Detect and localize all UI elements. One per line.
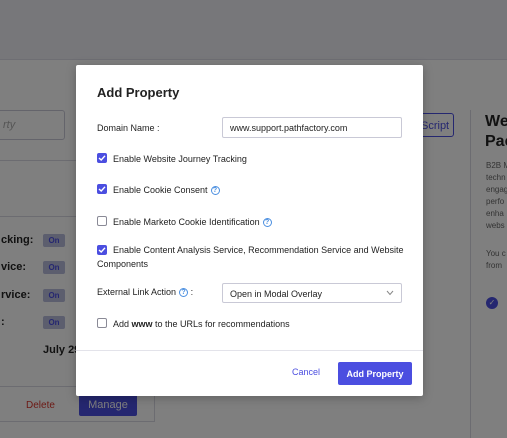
option-label: Enable Marketo Cookie Identification [113,217,260,227]
checkbox-checked[interactable] [97,153,107,163]
external-link-select[interactable]: Open in Modal Overlay [222,283,402,303]
option-label: Add www to the URLs for recommendations [113,318,290,331]
option-label-wrap: Enable Cookie Consent? [113,184,220,197]
www-prefix: Add [113,319,132,329]
dialog-title: Add Property [97,85,180,100]
label-colon: : [190,287,194,297]
add-property-dialog: Add Property Domain Name : Enable Websit… [76,65,423,396]
option-label: Enable Website Journey Tracking [113,154,247,164]
select-value: Open in Modal Overlay [230,289,323,299]
www-suffix: to the URLs for recommendations [152,319,290,329]
chevron-down-icon [386,290,394,296]
checkbox-unchecked[interactable] [97,216,107,226]
external-link-label: External Link Action [97,287,177,297]
checkbox-checked[interactable] [97,184,107,194]
checkbox-unchecked[interactable] [97,318,107,328]
add-property-button[interactable]: Add Property [338,362,412,385]
cancel-button[interactable]: Cancel [292,367,320,377]
option-label: Enable Cookie Consent [113,185,208,195]
domain-name-input[interactable] [222,117,402,138]
option-label-wrap: Enable Marketo Cookie Identification? [113,216,272,229]
help-icon[interactable]: ? [210,186,220,196]
option-label: Enable Content Analysis Service, Recomme… [97,245,404,269]
dialog-footer-divider [76,350,423,351]
help-icon[interactable]: ? [179,288,189,298]
help-icon[interactable]: ? [262,218,272,228]
domain-name-label: Domain Name : [97,123,160,133]
external-link-label-group: External Link Action? : [97,287,194,298]
www-bold: www [131,319,153,329]
